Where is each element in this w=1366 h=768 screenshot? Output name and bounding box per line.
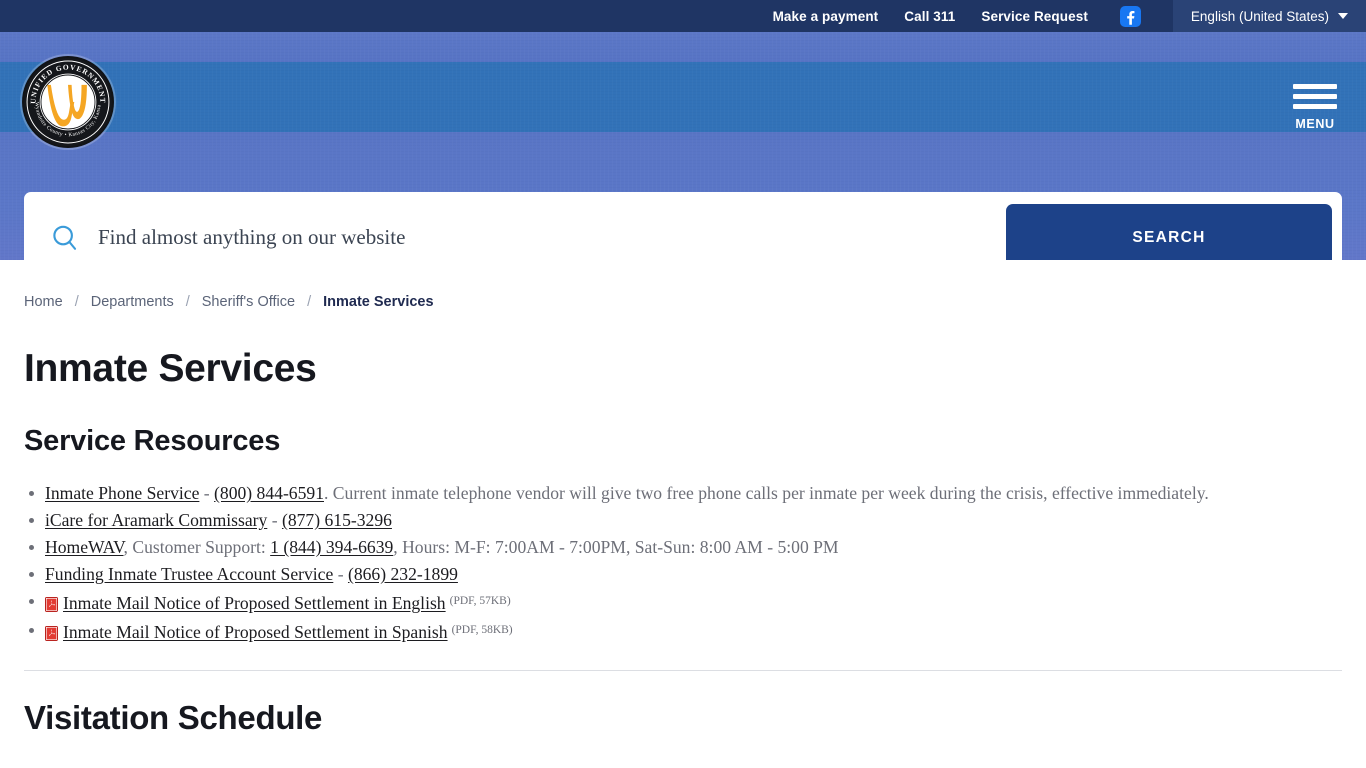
make-a-payment-link[interactable]: Make a payment bbox=[773, 9, 879, 24]
resource-link[interactable]: (800) 844-6591 bbox=[214, 483, 324, 503]
service-resources-list: Inmate Phone Service - (800) 844-6591. C… bbox=[24, 480, 1342, 646]
language-selector[interactable]: English (United States) bbox=[1172, 0, 1366, 32]
header-band-middle bbox=[0, 62, 1366, 132]
inmate-phone-service-item: Inmate Phone Service - (800) 844-6591. C… bbox=[24, 480, 1342, 507]
breadcrumb-separator: / bbox=[307, 294, 312, 310]
resource-link[interactable]: Inmate Mail Notice of Proposed Settlemen… bbox=[63, 593, 446, 613]
resource-link[interactable]: (866) 232-1899 bbox=[348, 564, 458, 584]
site-header: UNIFIED GOVERNMENT Wyandotte County • Ka… bbox=[0, 32, 1366, 260]
file-size-label: (PDF, 58KB) bbox=[451, 624, 513, 636]
search-input[interactable] bbox=[82, 225, 1006, 250]
menu-button-label: MENU bbox=[1295, 117, 1335, 131]
top-utility-links: Make a payment Call 311 Service Request bbox=[773, 0, 1161, 32]
main-content: Home / Departments / Sheriff's Office / … bbox=[0, 260, 1366, 737]
page-title: Inmate Services bbox=[24, 347, 317, 390]
inmate-mail-notice-spanish-item: Inmate Mail Notice of Proposed Settlemen… bbox=[24, 617, 1342, 646]
resource-text: - bbox=[267, 510, 282, 530]
breadcrumb-separator: / bbox=[74, 294, 79, 310]
section-divider bbox=[24, 670, 1342, 671]
breadcrumb-item-departments[interactable]: Departments bbox=[91, 294, 174, 310]
resource-text: . Current inmate telephone vendor will g… bbox=[324, 483, 1209, 503]
section-title-visitation-schedule: Visitation Schedule bbox=[24, 699, 323, 736]
resource-text: , Hours: M-F: 7:00AM - 7:00PM, Sat-Sun: … bbox=[393, 537, 839, 557]
homewav-item: HomeWAV, Customer Support: 1 (844) 394-6… bbox=[24, 534, 1342, 561]
funding-inmate-trustee-account-item: Funding Inmate Trustee Account Service -… bbox=[24, 561, 1342, 588]
site-search-bar: SEARCH bbox=[24, 192, 1342, 260]
facebook-icon[interactable] bbox=[1119, 5, 1141, 27]
header-band-top bbox=[0, 32, 1366, 62]
menu-button[interactable]: MENU bbox=[1288, 84, 1342, 131]
inmate-mail-notice-english-item: Inmate Mail Notice of Proposed Settlemen… bbox=[24, 588, 1342, 617]
chevron-down-icon bbox=[1338, 13, 1348, 19]
search-button[interactable]: SEARCH bbox=[1006, 203, 1332, 260]
resource-link[interactable]: (877) 615-3296 bbox=[282, 510, 392, 530]
file-size-label: (PDF, 57KB) bbox=[449, 595, 511, 607]
resource-link[interactable]: Inmate Phone Service bbox=[45, 483, 199, 503]
breadcrumb-separator: / bbox=[185, 294, 190, 310]
search-icon bbox=[48, 221, 82, 255]
resource-link[interactable]: 1 (844) 394-6639 bbox=[270, 537, 393, 557]
resource-link[interactable]: Funding Inmate Trustee Account Service bbox=[45, 564, 333, 584]
top-utility-bar: Make a payment Call 311 Service Request … bbox=[0, 0, 1366, 32]
site-logo[interactable]: UNIFIED GOVERNMENT Wyandotte County • Ka… bbox=[22, 56, 114, 148]
breadcrumb-item-home[interactable]: Home bbox=[24, 294, 63, 310]
breadcrumb: Home / Departments / Sheriff's Office / … bbox=[24, 260, 1342, 310]
resource-text: , Customer Support: bbox=[123, 537, 271, 557]
breadcrumb-item-current: Inmate Services bbox=[323, 294, 434, 310]
breadcrumb-item-sheriffs-office[interactable]: Sheriff's Office bbox=[202, 294, 295, 310]
resource-text: - bbox=[199, 483, 215, 503]
resource-link[interactable]: HomeWAV bbox=[45, 537, 124, 557]
section-title-service-resources: Service Resources bbox=[24, 425, 281, 457]
language-selector-label: English (United States) bbox=[1190, 8, 1329, 24]
icare-aramark-commissary-item: iCare for Aramark Commissary - (877) 615… bbox=[24, 507, 1342, 534]
hamburger-icon bbox=[1293, 84, 1337, 109]
resource-link[interactable]: Inmate Mail Notice of Proposed Settlemen… bbox=[63, 622, 448, 642]
pdf-icon bbox=[45, 593, 63, 613]
service-request-link[interactable]: Service Request bbox=[981, 9, 1088, 24]
resource-link[interactable]: iCare for Aramark Commissary bbox=[45, 510, 267, 530]
pdf-icon bbox=[45, 622, 63, 642]
call-311-link[interactable]: Call 311 bbox=[904, 9, 955, 24]
resource-text: - bbox=[333, 564, 348, 584]
facebook-link[interactable] bbox=[1114, 5, 1147, 27]
